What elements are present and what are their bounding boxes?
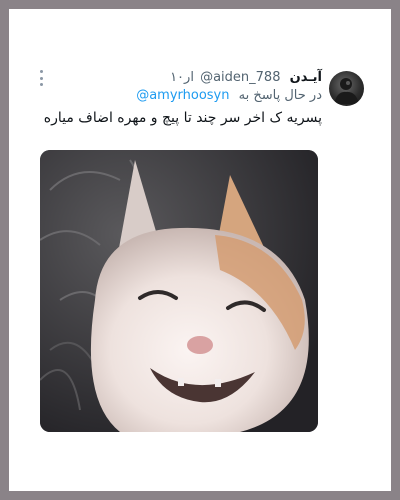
display-name[interactable]: آیـدن [290,70,322,85]
reply-context: @amyrhoosyn در حال پاسخ به [136,88,322,103]
avatar[interactable] [329,71,364,106]
tweet-text: پسریه ک اخر سر چند تا پیچ و مهره اضاف می… [43,110,322,126]
smiling-cat-photo-icon [40,150,318,432]
tweet-time: ۱۰ار [170,70,194,85]
tweet-header: ۱۰ار @aiden_788 آیـدن [170,70,322,85]
more-options-icon[interactable] [36,70,46,86]
reply-label: در حال پاسخ به [238,88,322,103]
tweet-media-image[interactable] [40,150,318,432]
user-silhouette-icon [334,78,359,104]
user-handle[interactable]: @aiden_788 [200,70,280,85]
reply-mention-link[interactable]: @amyrhoosyn [136,88,229,103]
